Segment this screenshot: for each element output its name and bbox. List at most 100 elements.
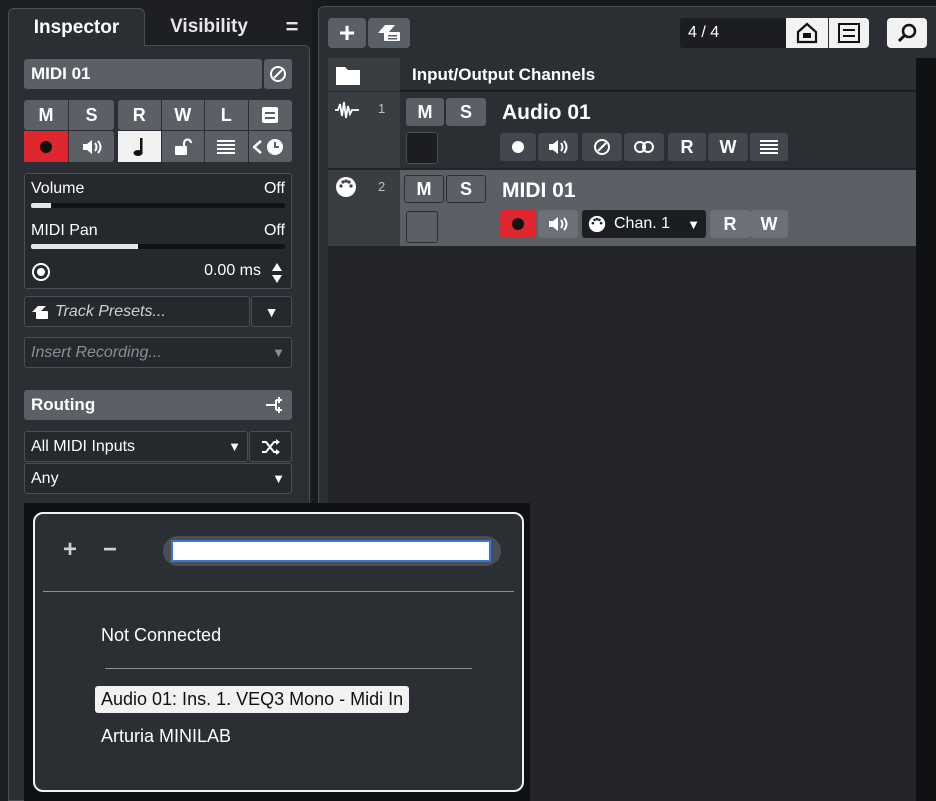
lanes-icon bbox=[760, 140, 778, 154]
inspector-track-name[interactable]: MIDI 01 bbox=[24, 59, 262, 89]
track-solo-button[interactable]: S bbox=[446, 98, 486, 126]
add-track-button[interactable]: + bbox=[328, 18, 366, 48]
io-channels-folder[interactable]: Input/Output Channels bbox=[328, 58, 916, 91]
track-read-button[interactable]: R bbox=[668, 133, 706, 161]
shuffle-icon bbox=[261, 438, 280, 455]
track-mute-button[interactable]: M bbox=[404, 175, 444, 203]
track-color-tile[interactable] bbox=[406, 132, 438, 164]
tab-visibility[interactable]: Visibility bbox=[150, 8, 268, 46]
inspector-menu-button[interactable]: = bbox=[278, 14, 306, 40]
insert-recording-arrow: ▼ bbox=[272, 345, 285, 360]
pan-label: MIDI Pan bbox=[31, 222, 98, 239]
delay-stepper-icon[interactable] bbox=[271, 262, 283, 284]
volume-slider-fill bbox=[31, 203, 52, 208]
track-presets-toolbar-button[interactable] bbox=[368, 18, 410, 48]
delay-icon bbox=[32, 263, 50, 281]
track-write-button[interactable]: W bbox=[750, 210, 788, 238]
midi-port-icon bbox=[336, 177, 356, 197]
track-solo-button[interactable]: S bbox=[446, 175, 486, 203]
track-record-button[interactable] bbox=[500, 133, 536, 161]
speaker-icon bbox=[549, 140, 568, 154]
edit-instrument-button[interactable] bbox=[264, 59, 292, 89]
read-automation-button[interactable]: R bbox=[118, 100, 162, 130]
midi-channel-arrow: ▼ bbox=[687, 216, 700, 232]
port-search-input[interactable] bbox=[171, 540, 491, 562]
track-write-button[interactable]: W bbox=[708, 133, 748, 161]
write-automation-button[interactable]: W bbox=[162, 100, 205, 130]
vertical-scrollbar[interactable] bbox=[916, 58, 936, 801]
tab-inspector[interactable]: Inspector bbox=[8, 8, 145, 46]
track-edit-button[interactable] bbox=[582, 133, 622, 161]
unlocked-icon bbox=[174, 137, 192, 155]
track-monitor-button[interactable] bbox=[538, 210, 578, 238]
pan-slider[interactable] bbox=[31, 244, 285, 249]
insert-recording-label: Insert Recording... bbox=[31, 344, 162, 361]
track-name[interactable]: MIDI 01 bbox=[502, 179, 576, 203]
folder-column bbox=[328, 58, 400, 91]
track-color-tile[interactable] bbox=[406, 211, 438, 243]
add-port-button[interactable]: + bbox=[63, 536, 77, 564]
track-presets-dropdown-button[interactable]: ▼ bbox=[251, 296, 292, 327]
lanes-button[interactable] bbox=[205, 131, 249, 162]
track-audio-01[interactable]: 1 M S Audio 01 R W bbox=[328, 92, 916, 168]
channel-settings-button[interactable] bbox=[249, 100, 293, 130]
track-delay-button[interactable] bbox=[249, 131, 293, 162]
solo-button[interactable]: S bbox=[69, 100, 114, 130]
midi-channel-arrow: ▼ bbox=[272, 471, 285, 486]
track-link-button[interactable] bbox=[624, 133, 664, 161]
visibility-agent-button[interactable] bbox=[786, 18, 828, 48]
plus-icon: + bbox=[338, 17, 356, 48]
lock-track-button[interactable] bbox=[162, 131, 205, 162]
track-mute-button[interactable]: M bbox=[406, 98, 444, 126]
audio-waveform-icon bbox=[335, 101, 359, 119]
delay-value[interactable]: 0.00 ms bbox=[204, 262, 261, 280]
search-icon bbox=[897, 23, 917, 43]
volume-slider[interactable] bbox=[31, 203, 285, 208]
midi-input-arrow: ▼ bbox=[228, 439, 241, 454]
popup-list-divider bbox=[105, 668, 472, 669]
midi-channel-selector[interactable]: Chan. 1 ▼ bbox=[582, 210, 706, 238]
lanes-icon bbox=[217, 139, 236, 154]
track-tools-group bbox=[118, 131, 292, 162]
edit-icon bbox=[594, 139, 610, 155]
remove-port-button[interactable]: − bbox=[103, 536, 117, 564]
search-tracks-button[interactable] bbox=[887, 18, 927, 48]
track-number: 1 bbox=[378, 101, 386, 116]
record-icon bbox=[512, 218, 524, 230]
folder-title: Input/Output Channels bbox=[412, 65, 596, 84]
lock-button[interactable]: L bbox=[205, 100, 249, 130]
midi-input-select[interactable]: All MIDI Inputs ▼ bbox=[24, 431, 248, 462]
track-list-view-button[interactable] bbox=[829, 18, 869, 48]
midi-channel-select[interactable]: Any ▼ bbox=[24, 463, 292, 494]
volume-label: Volume bbox=[31, 180, 85, 197]
track-lanes-button[interactable] bbox=[750, 133, 788, 161]
port-item-arturia-minilab[interactable]: Arturia MINILAB bbox=[95, 723, 237, 750]
monitor-button[interactable] bbox=[69, 131, 114, 162]
track-record-button[interactable] bbox=[500, 210, 536, 238]
delay-clock-icon bbox=[253, 138, 284, 155]
mute-button[interactable]: M bbox=[24, 100, 69, 130]
list-icon bbox=[838, 23, 860, 43]
volume-row: Volume Off bbox=[31, 180, 285, 198]
insert-recording-field[interactable]: Insert Recording... ▼ bbox=[24, 337, 292, 368]
speaker-icon bbox=[549, 217, 568, 231]
track-read-button[interactable]: R bbox=[710, 210, 750, 238]
track-name[interactable]: Audio 01 bbox=[502, 101, 591, 125]
track-presets-field[interactable]: Track Presets... bbox=[24, 296, 250, 327]
midi-input-popup: + − Not Connected Audio 01: Ins. 1. VEQ3… bbox=[33, 512, 524, 792]
record-enable-button[interactable] bbox=[24, 131, 69, 162]
folder-icon bbox=[336, 67, 360, 85]
presets-icon bbox=[32, 306, 48, 319]
port-item-not-connected[interactable]: Not Connected bbox=[95, 622, 227, 649]
track-presets-label: Track Presets... bbox=[55, 303, 166, 320]
input-transformer-button[interactable] bbox=[249, 431, 292, 462]
track-monitor-button[interactable] bbox=[538, 133, 578, 161]
track-midi-01[interactable]: 2 M S MIDI 01 Chan. 1 ▼ R W bbox=[328, 170, 916, 246]
routing-section-header[interactable]: Routing bbox=[24, 390, 292, 420]
midi-channel-label: Chan. 1 bbox=[614, 215, 671, 232]
port-item-audio-01-veq3[interactable]: Audio 01: Ins. 1. VEQ3 Mono - Midi In bbox=[95, 686, 410, 713]
automation-group: R W L bbox=[118, 100, 292, 130]
edit-icon bbox=[270, 66, 286, 82]
track-counter: 4 / 4 bbox=[680, 18, 786, 48]
timebase-button[interactable] bbox=[118, 131, 162, 162]
